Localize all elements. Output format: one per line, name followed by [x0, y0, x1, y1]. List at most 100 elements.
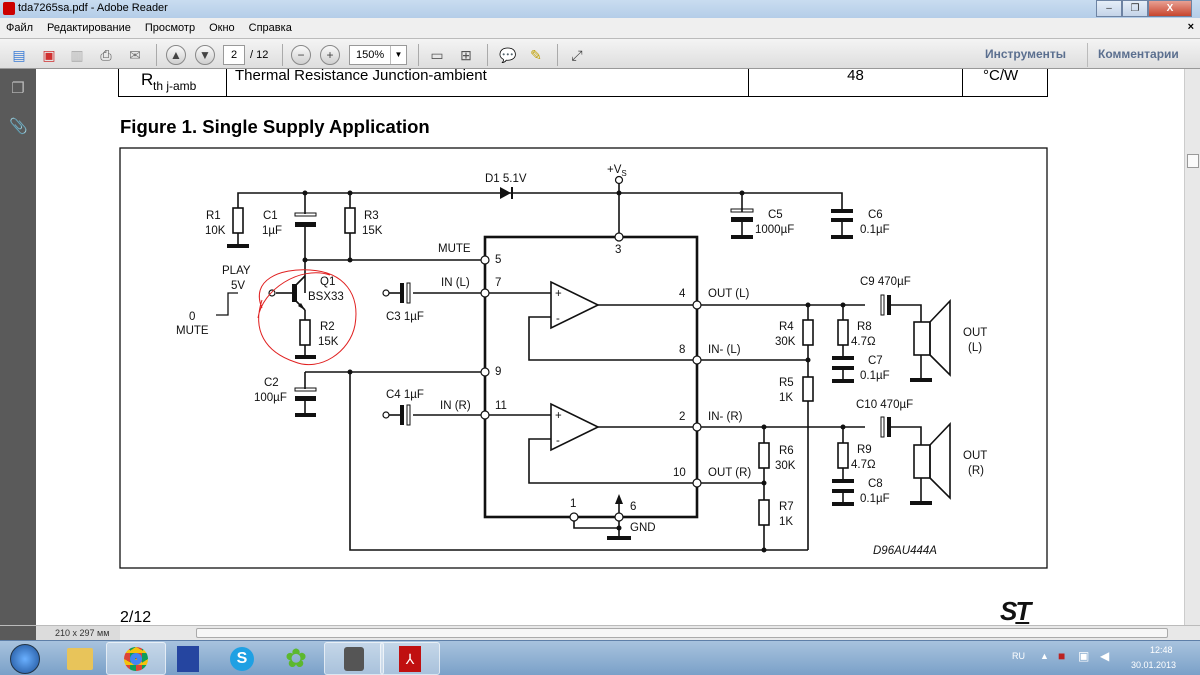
horizontal-scrollbar[interactable]: 210 x 297 мм — [0, 625, 1200, 640]
schematic-wire — [480, 255, 490, 265]
label-q1-value: BSX33 — [308, 291, 344, 303]
label-c4: C4 1µF — [386, 389, 424, 401]
label-c1-value: 1µF — [262, 225, 282, 237]
schematic-wire — [295, 413, 316, 417]
schematic-label: OUT — [963, 450, 987, 462]
schematic-wire — [216, 292, 238, 316]
schematic-wire — [480, 367, 490, 377]
resistor-r4 — [802, 319, 814, 346]
schematic-label: + — [555, 410, 562, 422]
schematic-wire — [805, 302, 811, 308]
schematic-label: 1 — [570, 498, 576, 510]
red-annotation-circle — [257, 269, 357, 366]
schematic-wire — [832, 489, 854, 493]
schematic-wire — [607, 536, 631, 540]
label-r3: R3 — [364, 210, 379, 222]
schematic-label: C6 — [868, 209, 883, 221]
schematic-wire — [480, 288, 490, 298]
schematic-label: 2 — [679, 411, 685, 423]
schematic-label: 10 — [673, 467, 686, 479]
resistor-r6 — [758, 442, 770, 469]
schematic-wire — [692, 478, 702, 488]
schematic-wire — [761, 480, 767, 486]
network-icon[interactable]: ▣ — [1078, 649, 1089, 663]
schematic-label: (R) — [968, 465, 984, 477]
schematic-wire — [739, 190, 745, 196]
taskbar-icq[interactable]: ✿ — [266, 642, 326, 675]
label-5v: 5V — [231, 280, 245, 292]
schematic-label: (L) — [968, 342, 982, 354]
show-hidden-icons[interactable]: ▲ — [1040, 651, 1049, 661]
label-vs: +VS — [607, 164, 627, 178]
schematic-wire — [891, 426, 922, 445]
label-r1: R1 — [206, 210, 221, 222]
schematic-wire — [500, 187, 511, 199]
figure-frame — [119, 147, 1048, 569]
schematic-label: 7 — [495, 277, 501, 289]
schematic-label: 0.1µF — [860, 370, 890, 382]
schematic-label: 4.7Ω — [851, 336, 876, 348]
schematic-wire — [910, 378, 932, 382]
label-d1: D1 5.1V — [485, 173, 527, 185]
schematic-wire — [295, 396, 316, 401]
taskbar-explorer[interactable] — [50, 642, 110, 675]
schematic-wire — [731, 217, 753, 222]
schematic-wire — [292, 284, 297, 302]
schematic-wire — [227, 244, 249, 248]
taskbar-skype[interactable]: S — [212, 642, 272, 675]
label-c2-value: 100µF — [254, 392, 287, 404]
schematic-label: 1000µF — [755, 224, 794, 236]
taskbar-save-app[interactable] — [158, 642, 218, 675]
taskbar: S ✿ ⅄ RU ▲ ■ ▣ ◀ 12:48 30.01.2013 — [0, 640, 1200, 675]
label-r3-value: 15K — [362, 225, 383, 237]
start-button[interactable] — [2, 642, 48, 675]
clock-date[interactable]: 30.01.2013 — [1131, 660, 1176, 670]
label-r2: R2 — [320, 321, 335, 333]
taskbar-app-tool[interactable] — [324, 642, 384, 675]
schematic-wire — [569, 512, 579, 522]
resistor-r9 — [837, 442, 849, 469]
vertical-scroll-thumb[interactable] — [1187, 154, 1199, 168]
security-icon[interactable]: ■ — [1058, 649, 1065, 663]
schematic-wire — [295, 355, 316, 359]
label-gnd: GND — [630, 522, 656, 534]
schematic-wire — [832, 502, 854, 506]
schematic-wire — [237, 192, 843, 210]
schematic-label: R5 — [779, 377, 794, 389]
schematic-wire — [616, 190, 622, 196]
schematic-wire — [832, 356, 854, 360]
schematic-label: - — [556, 313, 560, 325]
schematic-wire — [616, 525, 622, 531]
drawing-code: D96AU444A — [873, 545, 937, 557]
clock-time[interactable]: 12:48 — [1150, 645, 1173, 655]
schematic-wire — [615, 494, 623, 504]
label-q1: Q1 — [320, 276, 335, 288]
resistor-r3 — [344, 207, 356, 234]
schematic-label: 5 — [495, 254, 501, 266]
schematic-wire — [761, 547, 767, 553]
volume-icon[interactable]: ◀ — [1100, 649, 1109, 663]
schematic-wire — [406, 282, 411, 304]
schematic-label: 4.7Ω — [851, 459, 876, 471]
schematic-label: 6 — [630, 501, 636, 513]
schematic-wire — [929, 299, 951, 377]
schematic-label: 30K — [775, 336, 796, 348]
schematic-wire — [347, 369, 353, 375]
schematic-wire — [614, 232, 624, 242]
schematic-wire — [614, 512, 624, 522]
schematic-wire — [400, 283, 404, 303]
label-in-minus-r: IN- (R) — [708, 411, 743, 423]
label-0: 0 — [189, 311, 195, 323]
schematic-label: 3 — [615, 244, 621, 256]
schematic-wire — [347, 257, 353, 263]
horizontal-scroll-thumb[interactable] — [196, 628, 1168, 638]
taskbar-adobe-reader[interactable]: ⅄ — [380, 642, 440, 675]
label-r2-value: 15K — [318, 336, 339, 348]
schematic-label: C8 — [868, 478, 883, 490]
taskbar-chrome[interactable] — [106, 642, 166, 675]
vertical-scrollbar[interactable] — [1184, 69, 1200, 625]
schematic-wire — [832, 379, 854, 383]
schematic-wire — [840, 302, 846, 308]
schematic-wire — [831, 235, 853, 239]
language-indicator[interactable]: RU — [1012, 651, 1025, 661]
